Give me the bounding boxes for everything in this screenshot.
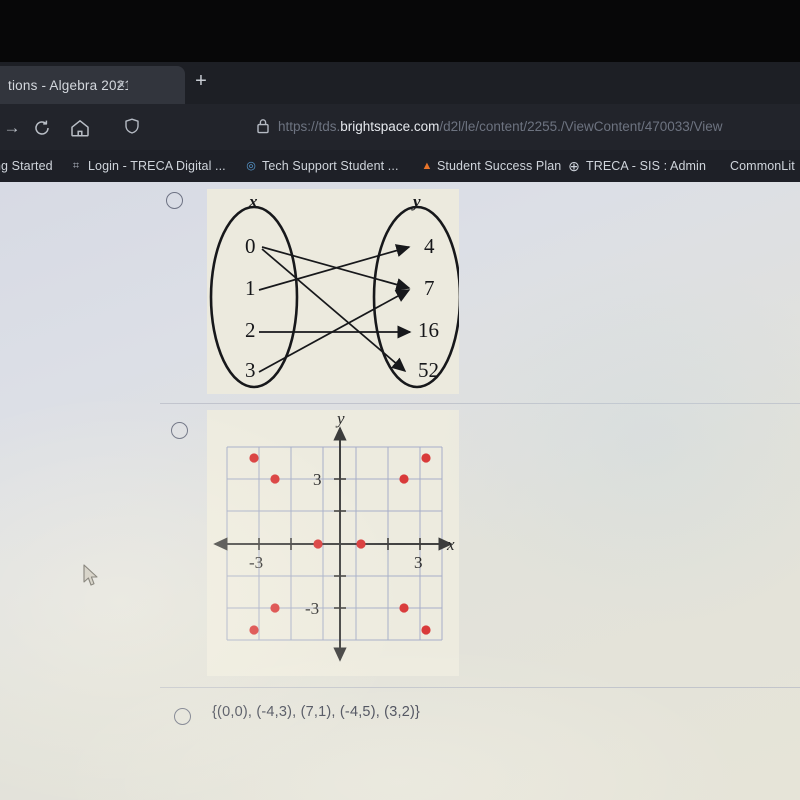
bookmark-student-success[interactable]: Student Success Plan [437, 150, 561, 182]
x-tick-label-neg3: -3 [249, 553, 263, 572]
shield-icon[interactable] [122, 116, 142, 136]
bookmark-treca-sis[interactable]: TRECA - SIS : Admin [586, 150, 706, 182]
x-value-0: 0 [245, 234, 256, 258]
option-2-coordinate-graph: -3 3 3 -3 y x [207, 409, 459, 676]
lock-icon[interactable] [254, 116, 272, 136]
bookmark-commonlit[interactable]: CommonLit [730, 150, 795, 182]
coordinate-graph-svg: -3 3 3 -3 y x [213, 409, 455, 662]
flame-icon: ▲ [421, 160, 433, 172]
url-path: /d2l/le/content/2255./ViewContent/470033… [439, 119, 723, 134]
x-axis-label: x [446, 535, 455, 554]
y-value-16: 16 [418, 318, 439, 342]
data-point [249, 453, 259, 463]
bookmark-tech-support[interactable]: Tech Support Student ... [262, 150, 399, 182]
x-value-1: 1 [245, 276, 256, 300]
browser-tab[interactable]: tions - Algebra 2021 × [0, 66, 185, 104]
data-point [421, 453, 431, 463]
url-host: brightspace.com [340, 119, 440, 134]
reload-icon[interactable] [30, 116, 54, 140]
bookmark-login-treca[interactable]: Login - TRECA Digital ... [88, 150, 226, 182]
circle-icon: ◎ [246, 160, 256, 172]
data-point [313, 539, 323, 549]
radio-option-2[interactable] [171, 422, 188, 439]
radio-option-3[interactable] [174, 708, 191, 725]
data-point [399, 603, 409, 613]
y-value-4: 4 [424, 234, 435, 258]
y-tick-label-neg3: -3 [305, 599, 319, 618]
x-value-2: 2 [245, 318, 256, 342]
new-tab-button[interactable]: + [190, 70, 212, 92]
bookmark-getting-started[interactable]: ng Started [0, 150, 53, 182]
y-tick-label-3: 3 [313, 470, 322, 489]
y-set-oval [372, 205, 462, 389]
mapping-diagram-svg: x y 0 1 2 3 4 7 16 52 [209, 192, 462, 389]
data-point [270, 474, 280, 484]
grid-icon: ⌗ [72, 160, 80, 172]
data-point [270, 603, 280, 613]
option-3-label[interactable]: {(0,0), (-4,3), (7,1), (-4,5), (3,2)} [212, 704, 612, 720]
globe-icon: ⊕ [568, 158, 580, 174]
forward-arrow-icon[interactable]: → [0, 116, 24, 140]
mouse-cursor [82, 564, 100, 588]
data-point [356, 539, 366, 549]
divider-2 [160, 687, 800, 688]
y-axis-label: y [335, 410, 345, 428]
x-value-3: 3 [245, 358, 256, 382]
browser-tab-title: tions - Algebra 2021 [8, 78, 128, 93]
home-icon[interactable] [68, 116, 92, 140]
data-point [421, 625, 431, 635]
option-1-mapping-diagram: x y 0 1 2 3 4 7 16 52 [207, 189, 462, 394]
y-value-7: 7 [424, 276, 435, 300]
arrow-1-to-4 [258, 244, 411, 291]
page-content: x y 0 1 2 3 4 7 16 52 -3 3 3 -3 y x {(0,… [0, 182, 800, 800]
data-point [249, 625, 259, 635]
x-tick-label-3: 3 [414, 553, 423, 572]
browser-tab-strip: tions - Algebra 2021 × [0, 62, 800, 104]
monitor-bezel [0, 0, 800, 62]
url-prefix: https://tds. [278, 119, 341, 134]
y-value-52: 52 [418, 358, 439, 382]
radio-option-1[interactable] [166, 192, 183, 209]
data-point [399, 474, 409, 484]
close-icon[interactable]: × [112, 76, 130, 94]
url-bar[interactable]: https://tds.brightspace.com/d2l/le/conte… [278, 117, 778, 137]
divider-1 [160, 403, 800, 404]
